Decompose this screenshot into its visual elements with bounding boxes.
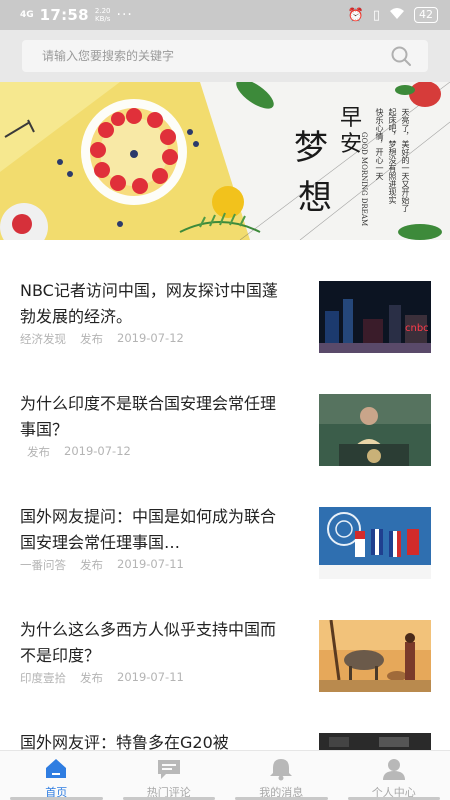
network-speed: 2.20 KB/s: [94, 7, 111, 23]
search-input[interactable]: [42, 49, 390, 63]
tab-profile[interactable]: 个人中心: [338, 751, 450, 800]
tab-hot-comments[interactable]: 热门评论: [113, 751, 226, 800]
news-list: NBC记者访问中国，网友探讨中国蓬勃发展的经济。 经济发现 发布 2019-07…: [0, 264, 450, 800]
wifi-icon: [389, 7, 405, 24]
night-city-thumbnail[interactable]: cnbc: [319, 281, 431, 353]
news-source: 一番问答: [20, 558, 66, 572]
banner-carousel[interactable]: 早 安 梦 想 GOOD MORNING DREAM 天亮了，美好的一天又开始了…: [0, 82, 450, 240]
un-speaker-thumbnail[interactable]: [319, 394, 431, 466]
news-item[interactable]: 为什么印度不是联合国安理会常任理事国？ 发布 2019-07-12: [0, 377, 450, 490]
alarm-icon: ⏰: [347, 7, 364, 23]
tab-my-messages[interactable]: 我的消息: [225, 751, 338, 800]
news-date: 2019-07-11: [117, 557, 184, 571]
news-publish-label: 发布: [80, 558, 103, 572]
comment-icon: [157, 760, 180, 779]
bell-icon: [270, 759, 293, 781]
news-title[interactable]: 国外网友提问：中国是如何成为联合国安理会常任理事国…: [20, 504, 290, 556]
status-bar: 4G 17:58 2.20 KB/s ··· ⏰ ▯ 42: [0, 0, 450, 30]
news-meta: 发布 2019-07-12: [27, 444, 131, 460]
banner-vertical-poem: 天亮了，美好的一天又开始了 起床吧，梦想没有照进现实 快乐心情，开心一天: [375, 108, 410, 212]
news-source: 经济发现: [20, 332, 66, 346]
news-publish-label: 发布: [80, 332, 103, 346]
tab-home[interactable]: 首页: [0, 751, 113, 800]
news-meta: 经济发现 发布 2019-07-12: [20, 331, 184, 347]
news-source: 印度壹拾: [20, 671, 66, 685]
user-icon: [382, 759, 405, 780]
more-notifications-icon: ···: [116, 7, 133, 23]
search-icon[interactable]: [390, 45, 412, 67]
news-date: 2019-07-12: [117, 331, 184, 345]
news-publish-label: 发布: [27, 445, 50, 459]
news-item[interactable]: NBC记者访问中国，网友探讨中国蓬勃发展的经济。 经济发现 发布 2019-07…: [0, 264, 450, 377]
home-icon: [46, 759, 67, 778]
news-meta: 一番问答 发布 2019-07-11: [20, 557, 184, 573]
rural-cow-thumbnail[interactable]: [319, 620, 431, 692]
search-bar: [0, 30, 450, 82]
news-date: 2019-07-11: [117, 670, 184, 684]
network-signal-icon: 4G: [20, 9, 34, 20]
banner-english-text: GOOD MORNING DREAM: [360, 132, 368, 227]
news-title[interactable]: 为什么印度不是联合国安理会常任理事国？: [20, 391, 290, 443]
news-item[interactable]: 国外网友提问：中国是如何成为联合国安理会常任理事国… 一番问答 发布 2019-…: [0, 490, 450, 603]
search-box[interactable]: [22, 40, 428, 72]
bottom-tab-bar: 首页 热门评论 我的消息 个人中心: [0, 750, 450, 800]
news-title[interactable]: 为什么这么多西方人似乎支持中国而不是印度？: [20, 617, 290, 669]
vibrate-icon: ▯: [372, 7, 380, 23]
news-publish-label: 发布: [80, 671, 103, 685]
battery-icon: 42: [414, 7, 438, 23]
clock: 17:58: [39, 6, 89, 24]
news-meta: 印度壹拾 发布 2019-07-11: [20, 670, 184, 686]
news-item[interactable]: 为什么这么多西方人似乎支持中国而不是印度？ 印度壹拾 发布 2019-07-11: [0, 603, 450, 716]
news-date: 2019-07-12: [64, 444, 131, 458]
un-flags-thumbnail[interactable]: [319, 507, 431, 579]
news-title[interactable]: NBC记者访问中国，网友探讨中国蓬勃发展的经济。: [20, 278, 290, 330]
svg-text:cnbc: cnbc: [405, 323, 429, 334]
